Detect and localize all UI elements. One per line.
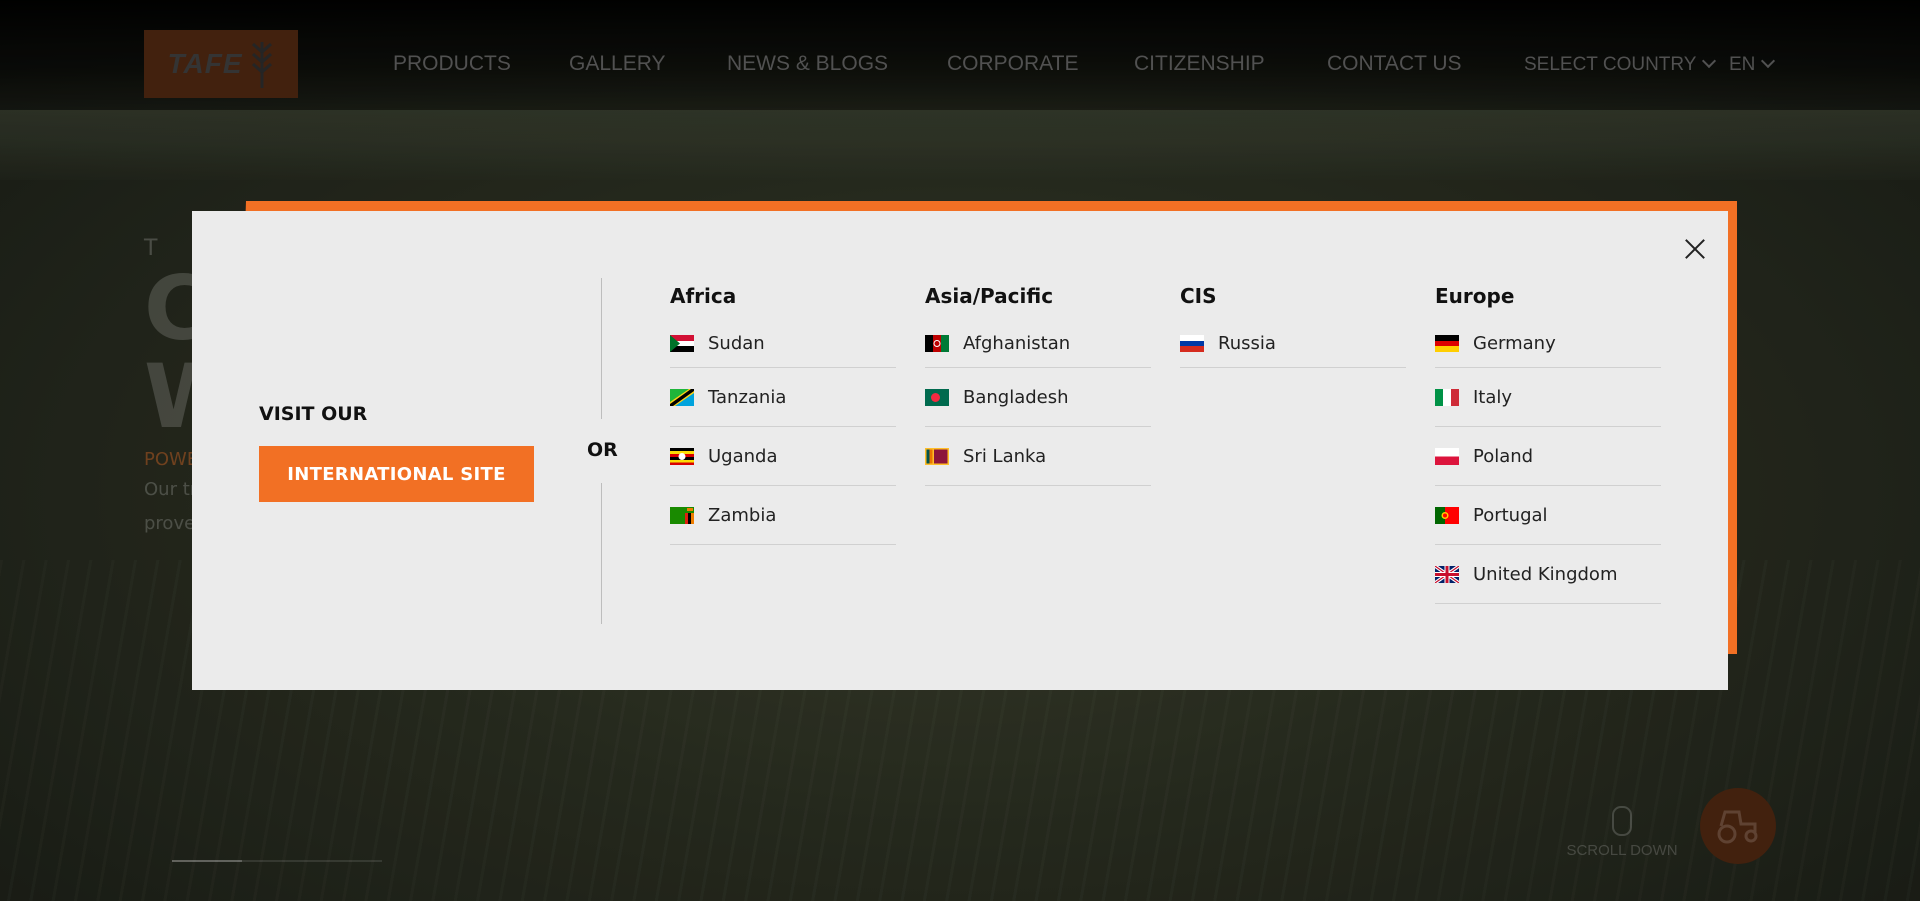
afghanistan-flag-icon xyxy=(925,335,949,352)
tanzania-flag-icon xyxy=(670,388,694,406)
country-name: Italy xyxy=(1473,386,1513,408)
region-asia-pacific: Asia/Pacific Afghanistan Bangladesh Sri … xyxy=(925,284,1151,486)
country-name: Afghanistan xyxy=(963,333,1071,354)
country-list: Germany Italy Poland Portugal United Kin… xyxy=(1435,320,1661,604)
uganda-flag-icon xyxy=(670,447,694,465)
country-tanzania[interactable]: Tanzania xyxy=(670,368,896,427)
country-name: Bangladesh xyxy=(963,386,1069,408)
country-name: Sudan xyxy=(708,333,765,354)
region-europe: Europe Germany Italy Poland Portugal Uni… xyxy=(1435,284,1661,604)
country-name: Germany xyxy=(1473,333,1556,354)
country-portugal[interactable]: Portugal xyxy=(1435,486,1661,545)
region-title: Asia/Pacific xyxy=(925,284,1054,308)
portugal-flag-icon xyxy=(1435,506,1459,524)
country-sri-lanka[interactable]: Sri Lanka xyxy=(925,427,1151,486)
divider-bottom xyxy=(601,483,602,624)
country-bangladesh[interactable]: Bangladesh xyxy=(925,368,1151,427)
bangladesh-flag-icon xyxy=(925,388,949,406)
country-sudan[interactable]: Sudan xyxy=(670,320,896,368)
country-name: Uganda xyxy=(708,445,778,467)
sudan-flag-icon xyxy=(670,335,694,352)
italy-flag-icon xyxy=(1435,388,1459,406)
region-title: CIS xyxy=(1180,284,1217,308)
germany-flag-icon xyxy=(1435,335,1459,352)
or-label: OR xyxy=(587,439,618,461)
sri-lanka-flag-icon xyxy=(925,447,949,465)
country-name: Zambia xyxy=(708,504,777,526)
country-poland[interactable]: Poland xyxy=(1435,427,1661,486)
region-africa: Africa Sudan Tanzania Uganda Zambia xyxy=(670,284,896,545)
poland-flag-icon xyxy=(1435,447,1459,465)
country-russia[interactable]: Russia xyxy=(1180,320,1406,368)
country-list: Sudan Tanzania Uganda Zambia xyxy=(670,320,896,545)
country-name: Poland xyxy=(1473,445,1534,467)
region-title: Europe xyxy=(1435,284,1515,308)
visit-our-label: VISIT OUR xyxy=(259,403,368,425)
close-icon[interactable] xyxy=(1680,234,1710,264)
divider-top xyxy=(601,278,602,419)
country-name: Russia xyxy=(1218,333,1276,354)
country-name: Tanzania xyxy=(708,386,787,408)
country-name: United Kingdom xyxy=(1473,563,1618,585)
region-cis: CIS Russia xyxy=(1180,284,1406,368)
country-list: Afghanistan Bangladesh Sri Lanka xyxy=(925,320,1151,486)
country-uganda[interactable]: Uganda xyxy=(670,427,896,486)
country-name: Sri Lanka xyxy=(963,445,1047,467)
country-name: Portugal xyxy=(1473,504,1548,526)
zambia-flag-icon xyxy=(670,506,694,524)
region-title: Africa xyxy=(670,284,737,308)
country-zambia[interactable]: Zambia xyxy=(670,486,896,545)
international-site-button[interactable]: INTERNATIONAL SITE xyxy=(259,446,534,502)
russia-flag-icon xyxy=(1180,335,1204,352)
united-kingdom-flag-icon xyxy=(1435,565,1459,583)
country-afghanistan[interactable]: Afghanistan xyxy=(925,320,1151,368)
country-germany[interactable]: Germany xyxy=(1435,320,1661,368)
country-italy[interactable]: Italy xyxy=(1435,368,1661,427)
country-list: Russia xyxy=(1180,320,1406,368)
country-united-kingdom[interactable]: United Kingdom xyxy=(1435,545,1661,604)
